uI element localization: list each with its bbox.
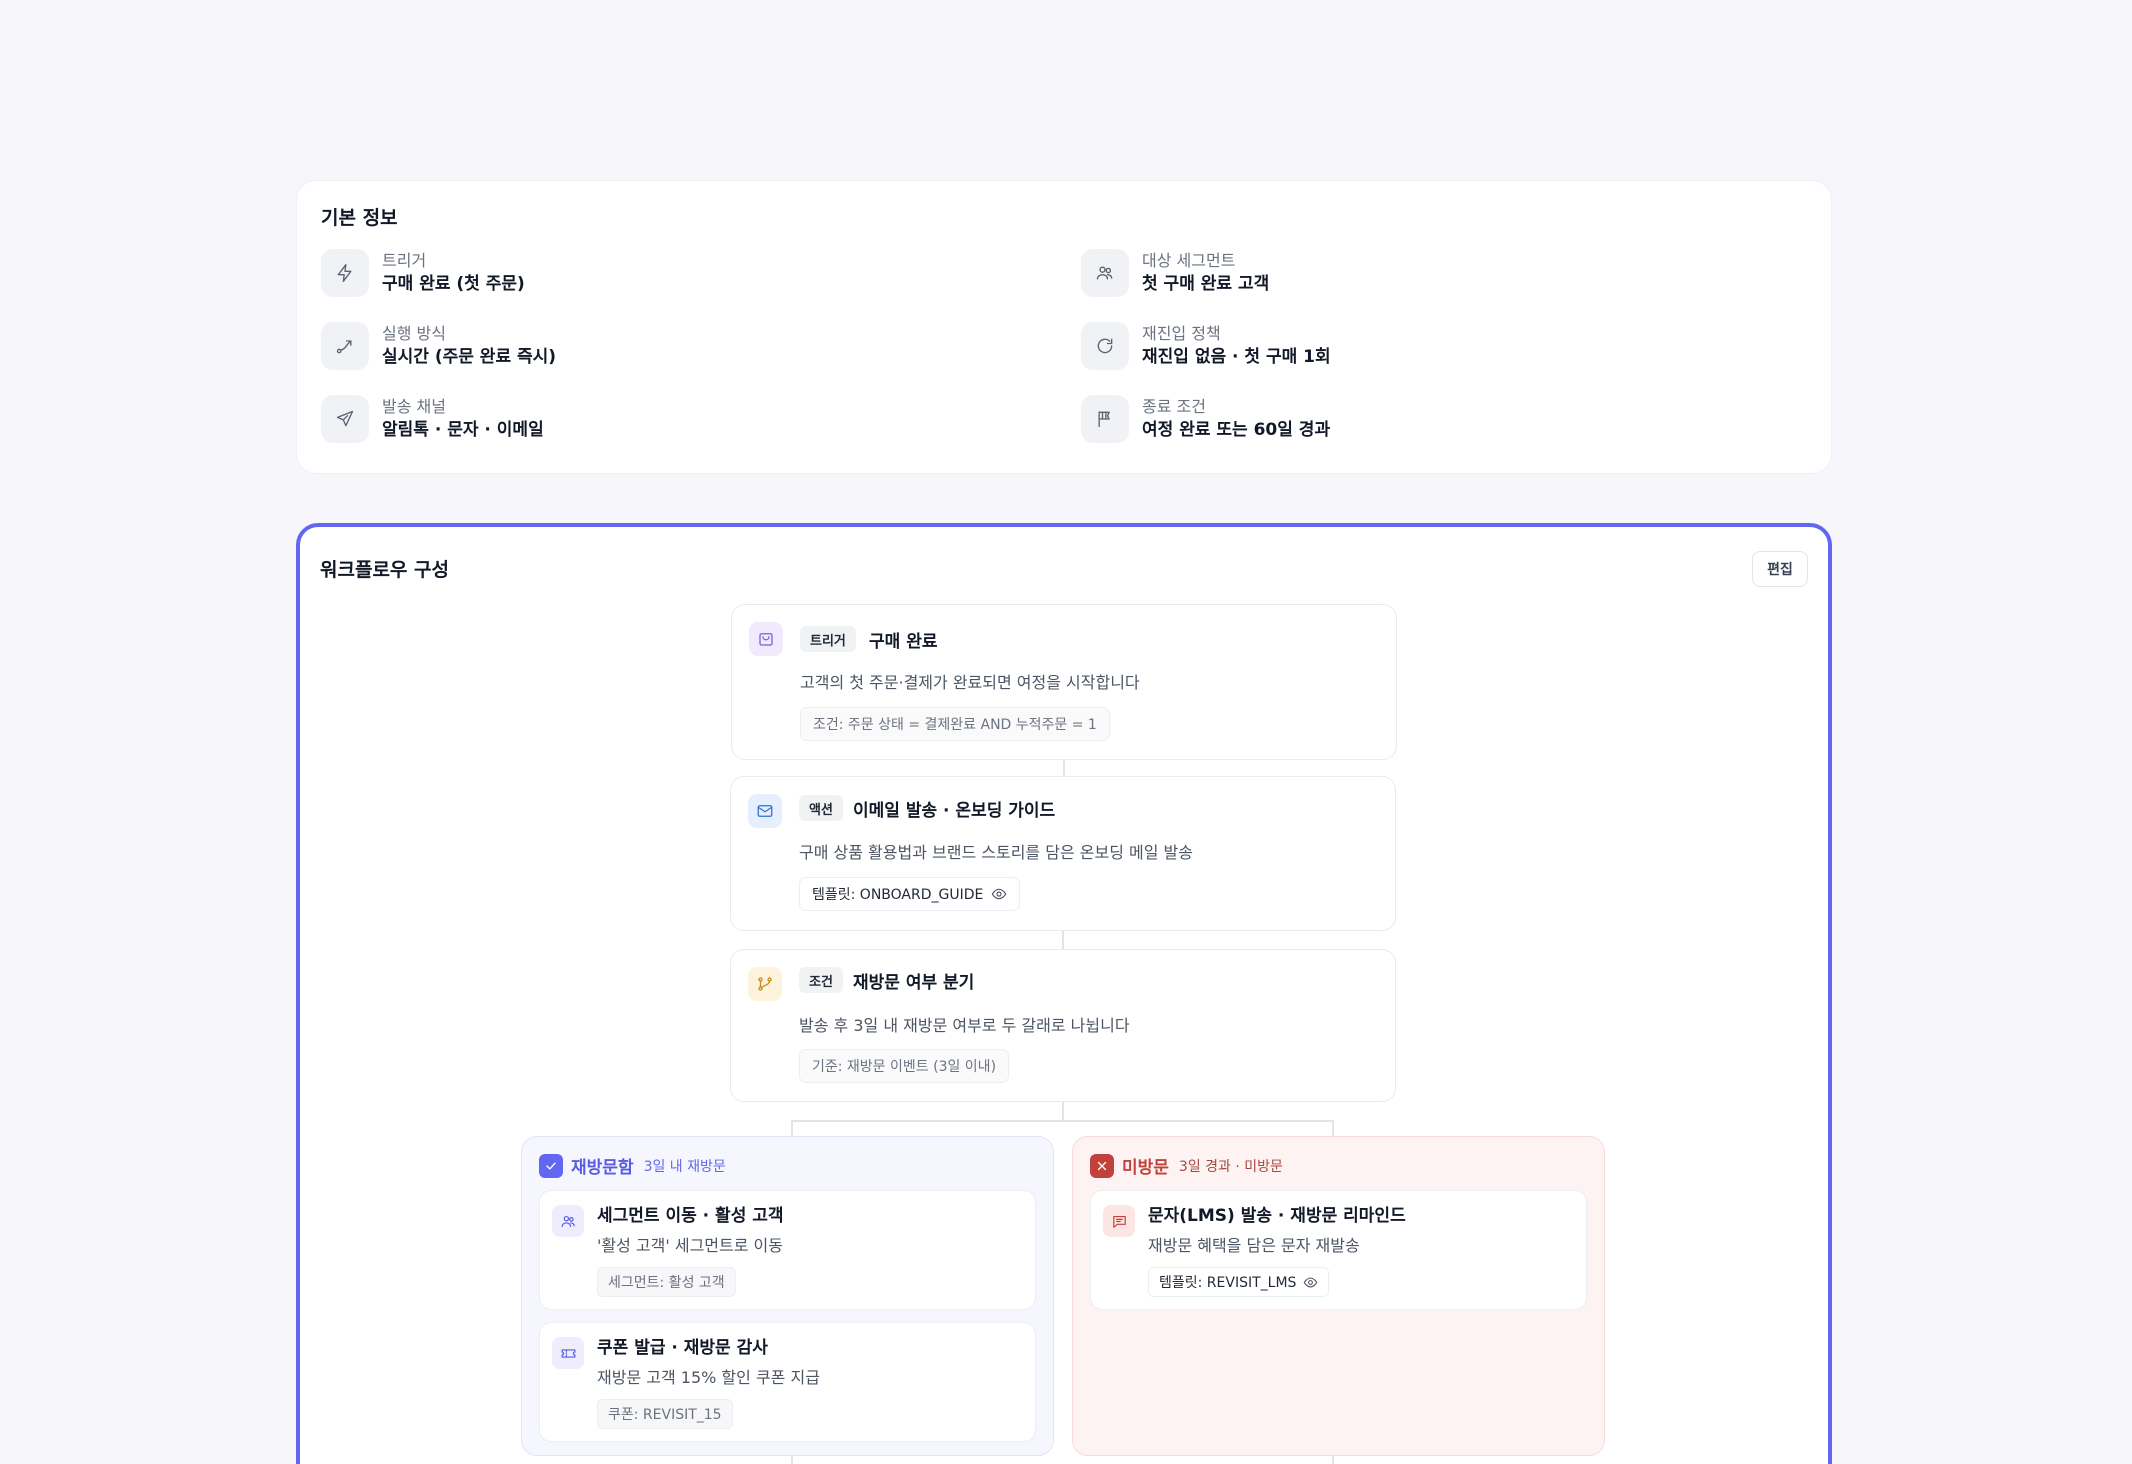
eye-icon[interactable] <box>1303 1275 1318 1290</box>
close-icon <box>1090 1153 1114 1178</box>
workflow-node-action[interactable]: 액션 이메일 발송 · 온보딩 가이드 구매 상품 활용법과 브랜드 스토리를 … <box>730 776 1396 931</box>
users-icon <box>1081 249 1129 297</box>
workflow-node-condition[interactable]: 조건 재방문 여부 분기 발송 후 3일 내 재방문 여부로 두 갈래로 나뉩니… <box>730 949 1396 1102</box>
branch-name: 미방문 <box>1122 1158 1169 1178</box>
route-icon <box>321 322 369 370</box>
basic-info-card: 기본 정보 트리거 구매 완료 (첫 주문) 대상 세그먼트 첫 구매 완료 고… <box>296 180 1832 474</box>
info-item-trigger: 트리거 구매 완료 (첫 주문) <box>321 249 525 297</box>
connector-line <box>791 1456 793 1464</box>
connector-line <box>1062 1102 1064 1121</box>
mail-icon <box>748 794 782 828</box>
step-desc: 재방문 혜택을 담은 문자 재발송 <box>1148 1236 1360 1255</box>
info-label: 실행 방식 <box>382 324 446 343</box>
info-label: 재진입 정책 <box>1142 324 1221 343</box>
step-title: 세그먼트 이동 · 활성 고객 <box>597 1206 784 1226</box>
branch-sub: 3일 내 재방문 <box>643 1158 726 1175</box>
info-value: 첫 구매 완료 고객 <box>1142 274 1270 294</box>
branch-step-lms[interactable]: 문자(LMS) 발송 · 재방문 리마인드 재방문 혜택을 담은 문자 재발송 … <box>1090 1190 1587 1310</box>
users-icon <box>552 1205 584 1237</box>
template-label: 템플릿: REVISIT_LMS <box>1159 1275 1297 1291</box>
branch-header: 미방문 3일 경과 · 미방문 <box>1090 1153 1283 1178</box>
info-item-exit: 종료 조건 여정 완료 또는 60일 경과 <box>1081 395 1330 443</box>
node-title: 구매 완료 <box>869 632 938 652</box>
info-item-segment: 대상 세그먼트 첫 구매 완료 고객 <box>1081 249 1269 297</box>
shopping-bag-icon <box>749 622 783 656</box>
info-label: 대상 세그먼트 <box>1142 251 1236 270</box>
node-desc: 구매 상품 활용법과 브랜드 스토리를 담은 온보딩 메일 발송 <box>799 843 1193 862</box>
info-value: 구매 완료 (첫 주문) <box>382 274 525 294</box>
connector-line <box>1332 1120 1334 1136</box>
connector-line <box>1063 760 1065 776</box>
step-title: 쿠폰 발급 · 재방문 감사 <box>597 1338 768 1358</box>
workflow-node-trigger[interactable]: 트리거 구매 완료 고객의 첫 주문·결제가 완료되면 여정을 시작합니다 조건… <box>731 604 1397 760</box>
template-label: 템플릿: ONBOARD_GUIDE <box>812 887 984 903</box>
node-tag: 조건 <box>799 967 843 993</box>
node-tag: 트리거 <box>800 626 856 652</box>
send-icon <box>321 395 369 443</box>
check-icon <box>539 1153 563 1178</box>
branch-header: 재방문함 3일 내 재방문 <box>539 1153 726 1178</box>
info-label: 종료 조건 <box>1142 397 1206 416</box>
eye-icon[interactable] <box>991 886 1007 902</box>
info-value: 알림톡 · 문자 · 이메일 <box>382 420 544 440</box>
edit-button[interactable]: 편집 <box>1752 551 1808 587</box>
ticket-icon <box>552 1337 584 1369</box>
connector-line <box>1062 931 1064 949</box>
basic-info-title: 기본 정보 <box>321 207 398 229</box>
message-icon <box>1103 1205 1135 1237</box>
node-tag: 액션 <box>799 795 843 821</box>
bolt-icon <box>321 249 369 297</box>
node-condition-pill: 조건: 주문 상태 = 결제완료 AND 누적주문 = 1 <box>800 707 1110 741</box>
node-template-pill[interactable]: 템플릿: ONBOARD_GUIDE <box>799 877 1021 911</box>
workflow-title: 워크플로우 구성 <box>320 559 449 581</box>
step-pill: 쿠폰: REVISIT_15 <box>597 1399 733 1429</box>
info-value: 여정 완료 또는 60일 경과 <box>1142 420 1331 440</box>
node-title: 이메일 발송 · 온보딩 가이드 <box>853 801 1056 821</box>
step-template-pill[interactable]: 템플릿: REVISIT_LMS <box>1148 1267 1330 1297</box>
branch-step-segment-move[interactable]: 세그먼트 이동 · 활성 고객 '활성 고객' 세그먼트로 이동 세그먼트: 활… <box>539 1190 1036 1310</box>
branch-icon <box>748 967 782 1001</box>
node-condition-pill: 기준: 재방문 이벤트 (3일 이내) <box>799 1049 1010 1083</box>
info-item-execution: 실행 방식 실시간 (주문 완료 즉시) <box>321 322 556 370</box>
step-title: 문자(LMS) 발송 · 재방문 리마인드 <box>1148 1206 1406 1226</box>
node-desc: 발송 후 3일 내 재방문 여부로 두 갈래로 나뉩니다 <box>799 1016 1130 1035</box>
info-item-reentry: 재진입 정책 재진입 없음 · 첫 구매 1회 <box>1081 322 1331 370</box>
branch-split-line <box>791 1120 1334 1122</box>
branch-revisited: 재방문함 3일 내 재방문 세그먼트 이동 · 활성 고객 '활성 고객' 세그… <box>521 1136 1054 1456</box>
info-value: 재진입 없음 · 첫 구매 1회 <box>1142 347 1331 367</box>
branch-step-coupon[interactable]: 쿠폰 발급 · 재방문 감사 재방문 고객 15% 할인 쿠폰 지급 쿠폰: R… <box>539 1322 1036 1442</box>
info-value: 실시간 (주문 완료 즉시) <box>382 347 557 367</box>
step-desc: 재방문 고객 15% 할인 쿠폰 지급 <box>597 1368 820 1387</box>
step-desc: '활성 고객' 세그먼트로 이동 <box>597 1236 783 1255</box>
info-label: 발송 채널 <box>382 397 446 416</box>
node-desc: 고객의 첫 주문·결제가 완료되면 여정을 시작합니다 <box>800 673 1140 692</box>
info-label: 트리거 <box>382 251 427 270</box>
connector-line <box>1332 1456 1334 1464</box>
info-item-channel: 발송 채널 알림톡 · 문자 · 이메일 <box>321 395 544 443</box>
flag-icon <box>1081 395 1129 443</box>
node-title: 재방문 여부 분기 <box>853 973 975 993</box>
branch-name: 재방문함 <box>571 1158 634 1178</box>
branch-not-revisited: 미방문 3일 경과 · 미방문 문자(LMS) 발송 · 재방문 리마인드 재방… <box>1072 1136 1605 1456</box>
branch-sub: 3일 경과 · 미방문 <box>1178 1158 1283 1175</box>
connector-line <box>791 1120 793 1136</box>
refresh-icon <box>1081 322 1129 370</box>
step-pill: 세그먼트: 활성 고객 <box>597 1267 736 1297</box>
